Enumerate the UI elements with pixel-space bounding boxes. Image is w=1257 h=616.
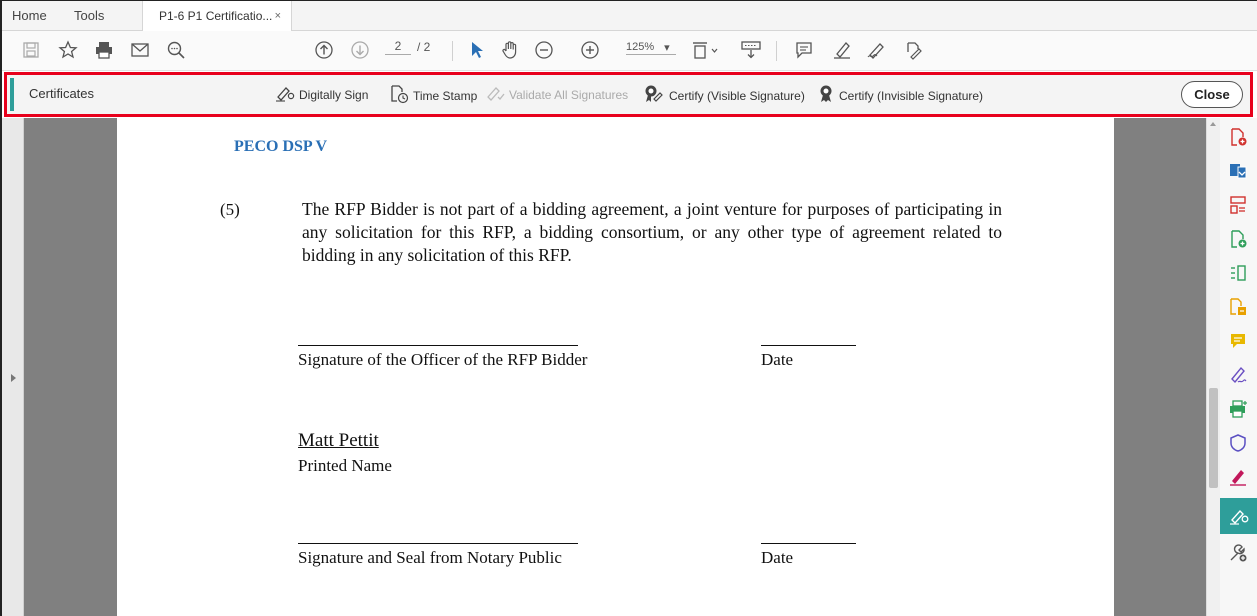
tab-home[interactable]: Home <box>12 1 47 31</box>
certify-invisible-icon <box>817 84 835 107</box>
sign-icon[interactable] <box>864 37 890 63</box>
certify-visible-icon <box>643 84 665 107</box>
page-number-input[interactable]: 2 <box>385 39 411 55</box>
tab-bar: Home Tools P1-6 P1 Certificatio... × <box>2 1 1257 32</box>
next-page-icon[interactable] <box>348 37 372 63</box>
fill-sign-tool-icon[interactable] <box>1225 362 1251 388</box>
date-line-1[interactable] <box>761 345 856 346</box>
scroll-up-icon[interactable] <box>1210 122 1216 126</box>
request-signature-icon[interactable] <box>1225 464 1251 490</box>
page-total: / 2 <box>417 40 431 54</box>
digitally-sign-button[interactable]: Digitally Sign <box>275 84 368 105</box>
zoom-out-icon[interactable] <box>532 37 556 63</box>
toolbar-divider <box>776 41 777 61</box>
date-label-1: Date <box>761 350 794 369</box>
certify-invisible-label: Certify (Invisible Signature) <box>839 88 984 103</box>
digitally-sign-label: Digitally Sign <box>299 87 369 102</box>
printed-name-label: Printed Name <box>298 456 392 475</box>
certify-invisible-button[interactable]: Certify (Invisible Signature) <box>817 84 983 107</box>
document-header: PECO DSP V <box>234 138 328 155</box>
export-pdf-icon[interactable] <box>1225 124 1251 150</box>
certificates-accent <box>10 78 14 111</box>
item-number: (5) <box>220 200 240 219</box>
zoom-dropdown[interactable]: 125% ▾ <box>626 41 676 55</box>
time-stamp-button[interactable]: Time Stamp <box>389 84 477 107</box>
page-fit-icon[interactable] <box>690 37 720 63</box>
page-navigation: 2 / 2 <box>385 39 430 55</box>
digital-sign-pen-icon <box>275 84 295 105</box>
combine-files-icon[interactable] <box>1225 294 1251 320</box>
zoom-in-icon[interactable] <box>578 37 602 63</box>
document-viewer[interactable]: PECO DSP V (5) The RFP Bidder is not par… <box>2 118 1206 616</box>
comment-tool-icon[interactable] <box>1225 328 1251 354</box>
organize-pages-icon[interactable] <box>1225 192 1251 218</box>
more-tools-icon[interactable] <box>1225 540 1251 566</box>
printed-name-value: Matt Pettit <box>298 430 379 451</box>
close-certificates-button[interactable]: Close <box>1181 81 1243 108</box>
fill-and-sign-icon[interactable] <box>900 37 926 63</box>
zoom-caret-icon: ▾ <box>664 42 670 54</box>
compare-icon[interactable] <box>1225 260 1251 286</box>
tab-close-icon[interactable]: × <box>275 1 281 31</box>
main-toolbar: 2 / 2 125% ▾ <box>2 31 1257 71</box>
vertical-scrollbar[interactable] <box>1206 118 1220 616</box>
certify-visible-label: Certify (Visible Signature) <box>669 88 805 103</box>
comment-icon[interactable] <box>792 37 816 63</box>
left-panel-toggle[interactable] <box>2 118 24 616</box>
time-stamp-icon <box>389 84 409 107</box>
email-icon[interactable] <box>128 37 152 63</box>
tab-tools[interactable]: Tools <box>74 1 104 31</box>
certification-paragraph: The RFP Bidder is not part of a bidding … <box>302 199 1002 265</box>
notary-signature-line[interactable] <box>298 543 578 544</box>
validate-all-signatures-label: Validate All Signatures <box>509 87 629 102</box>
protect-icon[interactable] <box>1225 430 1251 456</box>
tab-document-label: P1-6 P1 Certificatio... <box>159 9 273 23</box>
print-icon[interactable] <box>92 37 116 63</box>
save-icon[interactable] <box>20 37 42 63</box>
find-icon[interactable] <box>164 37 188 63</box>
time-stamp-label: Time Stamp <box>413 88 478 103</box>
select-tool-icon[interactable] <box>466 37 488 63</box>
highlight-pen-icon[interactable] <box>830 37 854 63</box>
certificates-icon[interactable] <box>1220 498 1257 534</box>
scroll-mode-icon[interactable] <box>738 37 764 63</box>
previous-page-icon[interactable] <box>312 37 336 63</box>
print-production-icon[interactable] <box>1225 396 1251 422</box>
date-line-2[interactable] <box>761 543 856 544</box>
create-pdf-icon[interactable] <box>1225 158 1251 184</box>
officer-signature-line[interactable] <box>298 345 578 346</box>
edit-pdf-icon[interactable] <box>1225 226 1251 252</box>
zoom-value: 125% <box>626 41 655 53</box>
star-icon[interactable] <box>56 37 80 63</box>
officer-signature-label: Signature of the Officer of the RFP Bidd… <box>298 350 588 369</box>
scroll-thumb[interactable] <box>1209 388 1218 488</box>
hand-tool-icon[interactable] <box>498 37 522 63</box>
certify-visible-button[interactable]: Certify (Visible Signature) <box>643 84 805 107</box>
expand-panel-icon <box>11 374 16 382</box>
right-tools-panel <box>1220 118 1257 616</box>
page-margin-right <box>1114 118 1206 616</box>
document-page[interactable]: PECO DSP V (5) The RFP Bidder is not par… <box>117 118 1114 616</box>
toolbar-divider <box>452 41 453 61</box>
validate-signature-icon <box>485 84 505 105</box>
tab-document[interactable]: P1-6 P1 Certificatio... × <box>142 1 292 32</box>
date-label-2: Date <box>761 548 794 567</box>
certificates-title: Certificates <box>29 86 95 101</box>
validate-all-signatures-button[interactable]: Validate All Signatures <box>485 84 628 105</box>
certificates-toolbar: Certificates Digitally Sign Time Stamp V… <box>4 72 1253 117</box>
notary-signature-label: Signature and Seal from Notary Public <box>298 548 562 567</box>
